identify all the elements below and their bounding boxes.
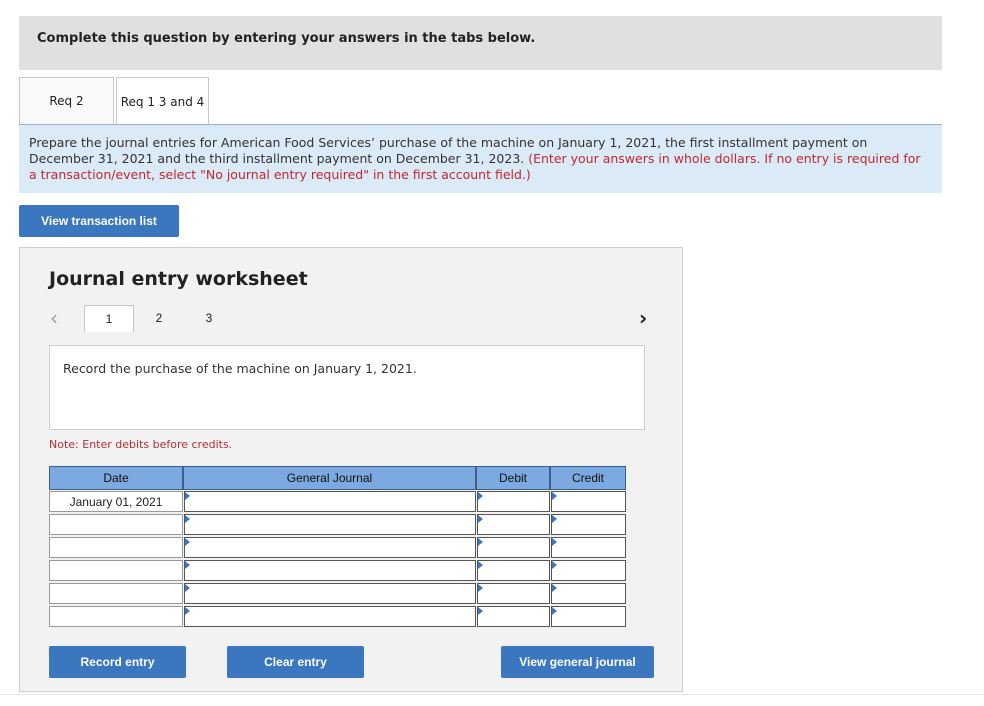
debit-field[interactable] [477,514,550,535]
credit-input[interactable] [552,516,625,535]
account-input[interactable] [185,562,475,581]
account-input[interactable] [185,608,475,627]
debit-field[interactable] [477,491,550,512]
dropdown-marker-icon [185,538,190,546]
dropdown-marker-icon [552,538,557,546]
credit-field[interactable] [551,606,626,627]
credit-input[interactable] [552,585,625,604]
account-field[interactable] [184,514,476,535]
debit-header: Debit [476,466,550,490]
credit-input[interactable] [552,493,625,512]
date-cell[interactable] [49,583,183,604]
date-header: Date [49,466,183,490]
page-tab-1[interactable]: 1 [84,305,134,332]
general-journal-header: General Journal [183,466,476,490]
debit-field[interactable] [477,583,550,604]
dropdown-marker-icon [478,584,483,592]
dropdown-marker-icon [185,561,190,569]
page-tab-2[interactable]: 2 [134,305,184,331]
page-tab-3[interactable]: 3 [184,305,234,331]
credit-input[interactable] [552,608,625,627]
clear-entry-button[interactable]: Clear entry [227,646,364,678]
dropdown-marker-icon [552,584,557,592]
credit-header: Credit [550,466,626,490]
record-description: Record the purchase of the machine on Ja… [63,361,417,376]
record-description-box: Record the purchase of the machine on Ja… [49,345,645,430]
journal-entry-worksheet: Journal entry worksheet ‹ 1 2 3 › Record… [19,247,683,692]
account-field[interactable] [184,606,476,627]
credit-field[interactable] [551,537,626,558]
debit-field[interactable] [477,537,550,558]
dropdown-marker-icon [478,515,483,523]
account-field[interactable] [184,560,476,581]
debit-input[interactable] [478,539,549,558]
instructions-bar: Complete this question by entering your … [19,16,942,70]
dropdown-marker-icon [185,492,190,500]
dropdown-marker-icon [478,607,483,615]
debit-input[interactable] [478,516,549,535]
debit-field[interactable] [477,560,550,581]
page-bottom-divider [0,694,984,695]
record-entry-button[interactable]: Record entry [49,646,186,678]
tab-req-1-3-and-4[interactable]: Req 1 3 and 4 [116,77,209,126]
date-cell[interactable] [49,514,183,535]
account-input[interactable] [185,539,475,558]
instructions-text: Complete this question by entering your … [37,31,536,46]
tab-label: Req 2 [49,94,84,108]
dropdown-marker-icon [185,607,190,615]
view-general-journal-button[interactable]: View general journal [501,646,654,678]
instructions-panel: Prepare the journal entries for American… [19,125,942,193]
account-input[interactable] [185,493,475,512]
dropdown-marker-icon [552,561,557,569]
debit-input[interactable] [478,493,549,512]
credit-input[interactable] [552,562,625,581]
account-field[interactable] [184,491,476,512]
dropdown-marker-icon [552,515,557,523]
credit-input[interactable] [552,539,625,558]
tab-req-2[interactable]: Req 2 [19,77,114,124]
dropdown-marker-icon [478,561,483,569]
date-cell[interactable] [49,537,183,558]
dropdown-marker-icon [552,492,557,500]
date-cell[interactable]: January 01, 2021 [49,491,183,512]
debit-credit-note: Note: Enter debits before credits. [49,438,233,451]
account-input[interactable] [185,585,475,604]
dropdown-marker-icon [185,584,190,592]
debit-input[interactable] [478,562,549,581]
debit-input[interactable] [478,608,549,627]
debit-field[interactable] [477,606,550,627]
chevron-right-icon[interactable]: › [639,306,647,330]
tab-label: Req 1 3 and 4 [120,95,205,109]
dropdown-marker-icon [478,538,483,546]
chevron-left-icon[interactable]: ‹ [50,306,58,330]
credit-field[interactable] [551,491,626,512]
credit-field[interactable] [551,583,626,604]
credit-field[interactable] [551,514,626,535]
dropdown-marker-icon [478,492,483,500]
account-field[interactable] [184,537,476,558]
worksheet-title: Journal entry worksheet [49,268,308,290]
credit-field[interactable] [551,560,626,581]
account-field[interactable] [184,583,476,604]
dropdown-marker-icon [185,515,190,523]
dropdown-marker-icon [552,607,557,615]
debit-input[interactable] [478,585,549,604]
view-transaction-list-button[interactable]: View transaction list [19,205,179,237]
account-input[interactable] [185,516,475,535]
date-cell[interactable] [49,560,183,581]
date-cell[interactable] [49,606,183,627]
